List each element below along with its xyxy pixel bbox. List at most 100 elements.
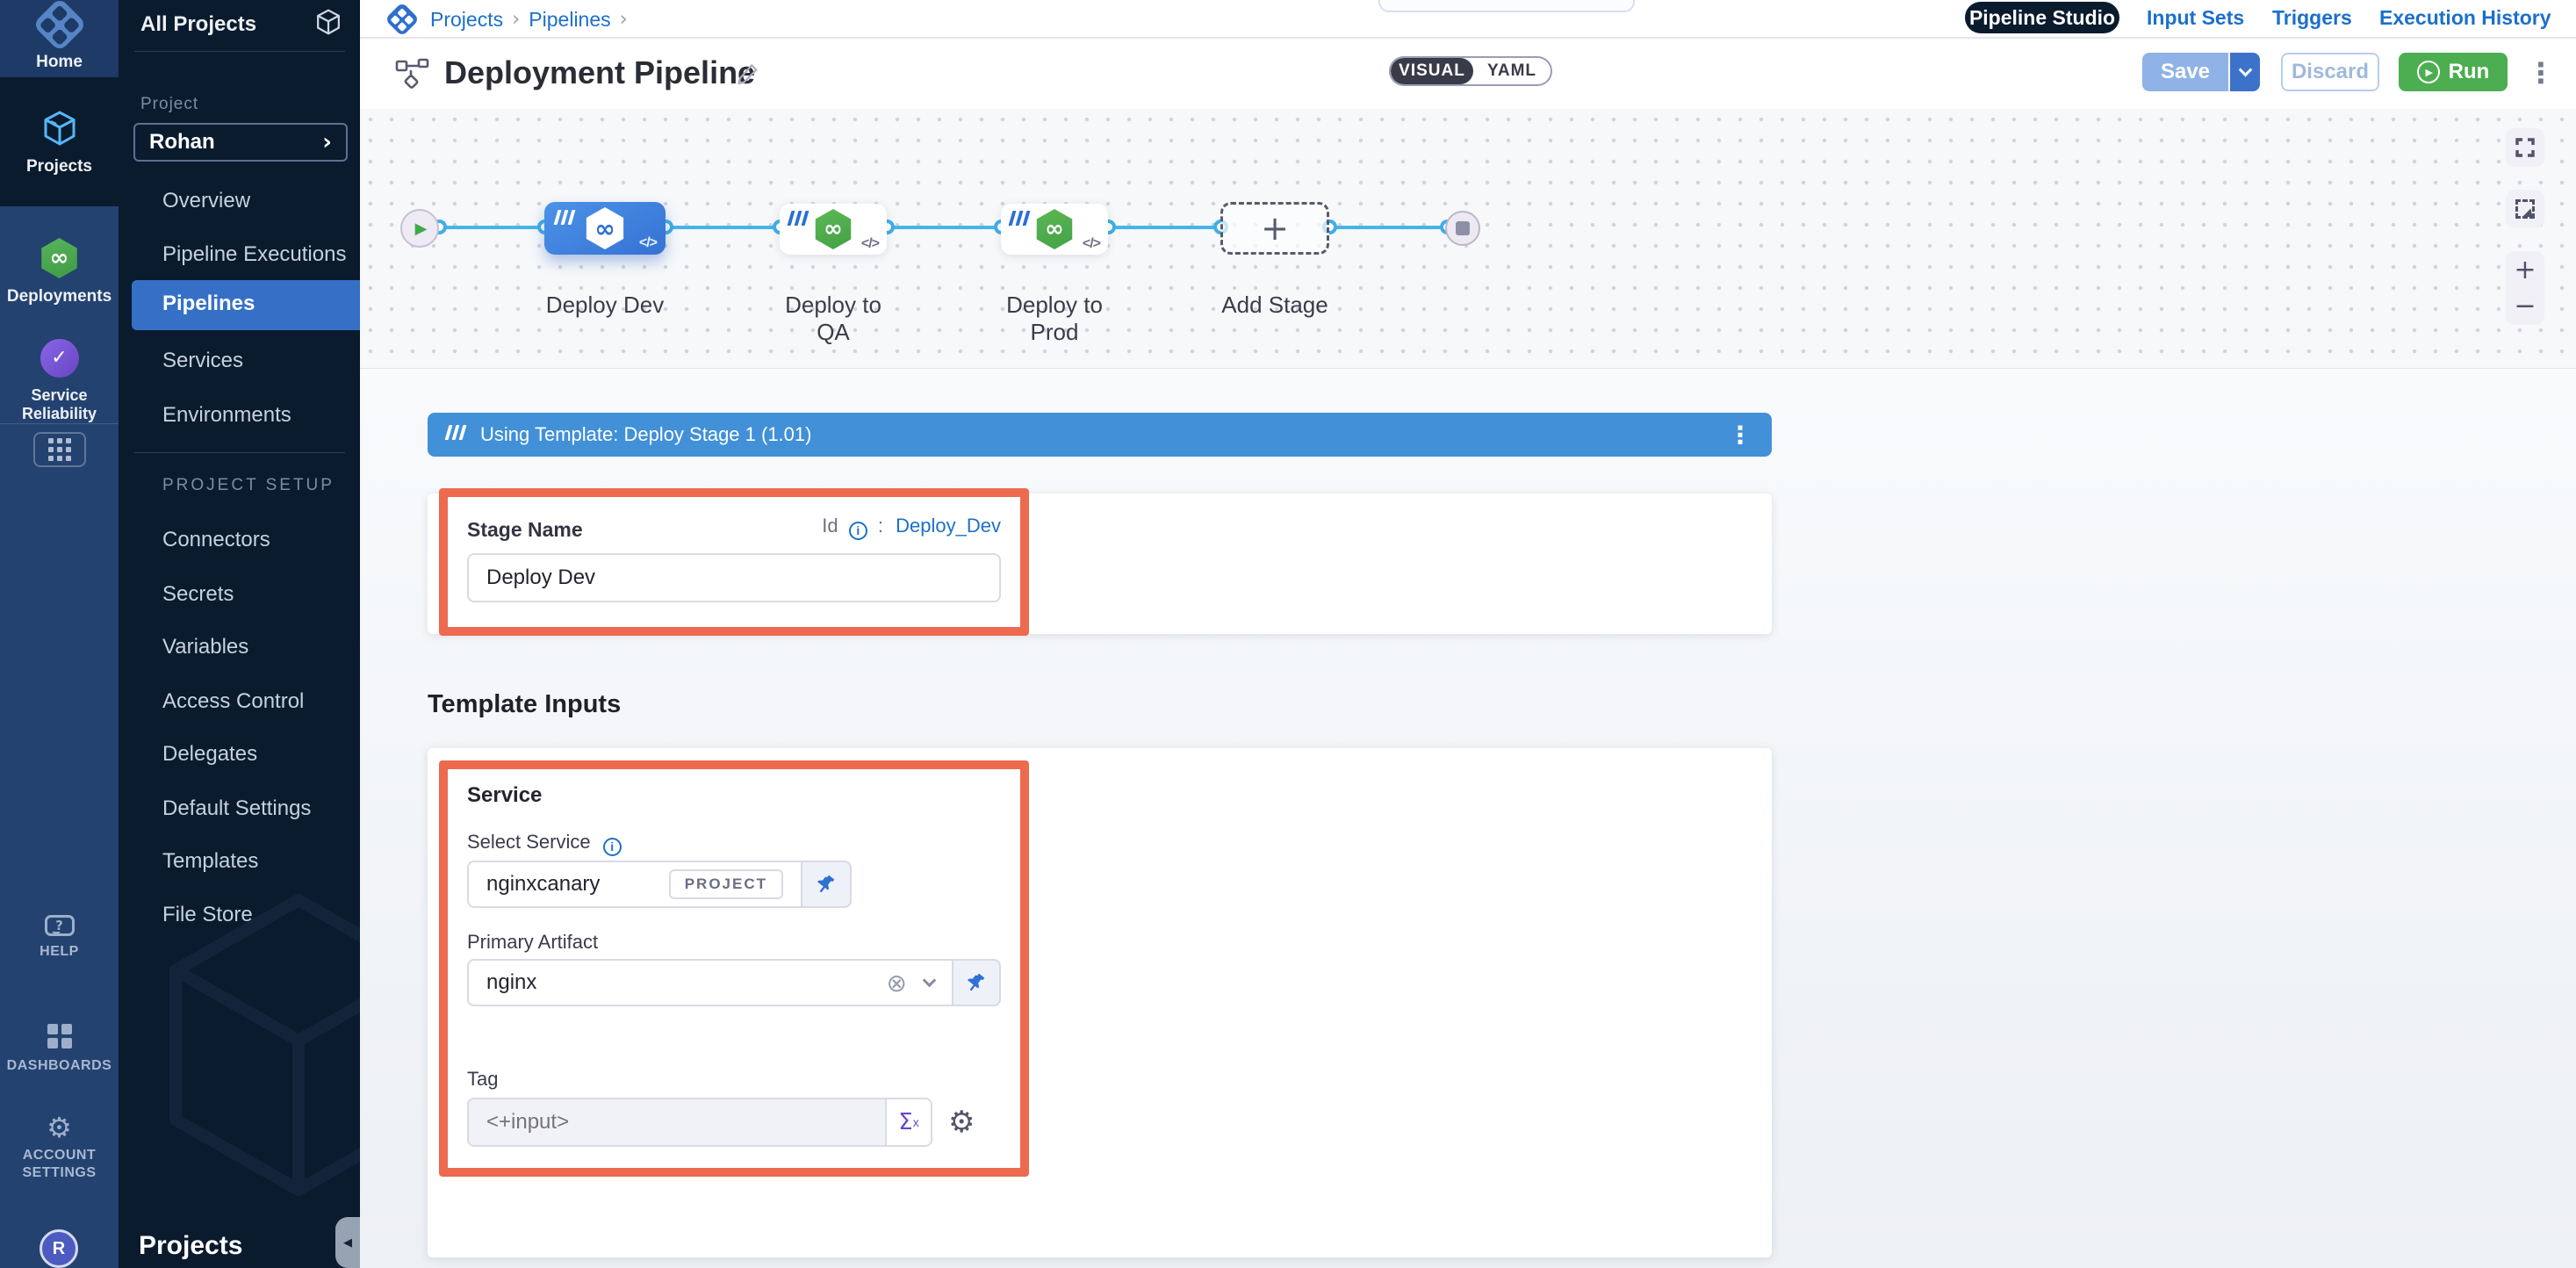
sidebar-item-variables[interactable]: Variables: [162, 634, 360, 660]
tag-input[interactable]: [467, 1098, 887, 1147]
all-projects-link[interactable]: All Projects: [140, 11, 342, 39]
rail-help[interactable]: ? HELP: [0, 915, 119, 961]
clear-icon[interactable]: ⊗: [887, 969, 907, 998]
zoom-in-button[interactable]: +: [2514, 255, 2536, 285]
pipeline-end-node: [1445, 211, 1480, 246]
deployment-stage-icon: ∞: [584, 207, 626, 249]
chevron-right-icon: ›: [611, 8, 637, 31]
stage-node-deploy-to-prod[interactable]: ∞ </>: [1001, 204, 1108, 255]
sidebar-item-environments[interactable]: Environments: [162, 402, 360, 429]
pin-service-button[interactable]: [802, 861, 852, 908]
stage-name-input[interactable]: Deploy Dev: [467, 553, 1001, 602]
stage-node-deploy-to-qa[interactable]: ∞ </>: [780, 204, 887, 255]
sidebar-item-default-settings[interactable]: Default Settings: [162, 796, 360, 822]
add-stage-button[interactable]: +: [1220, 202, 1329, 255]
banner-kebab-menu[interactable]: ⋮: [1728, 421, 1752, 450]
fullscreen-icon: [2515, 137, 2536, 158]
toggle-yaml[interactable]: YAML: [1473, 58, 1551, 84]
sidebar-item-delegates[interactable]: Delegates: [162, 741, 360, 767]
sidebar-item-pipelines[interactable]: Pipelines: [132, 280, 360, 330]
rail-module-label: Deployments: [7, 287, 112, 306]
pipeline-canvas[interactable]: ▶ ∞ </> ∞ </> ∞ </> + Deploy Dev De: [360, 109, 2576, 369]
stage-id-value: Deploy_Dev: [896, 515, 1001, 537]
marquee-icon: [2515, 199, 2535, 219]
rail-module-service-reliability[interactable]: ✓ ServiceReliability: [0, 338, 119, 423]
chevron-down-icon[interactable]: [923, 973, 937, 987]
service-heading: Service: [467, 783, 542, 808]
stage-label[interactable]: Deploy to Prod: [993, 292, 1116, 346]
expression-button[interactable]: Σx: [887, 1098, 932, 1147]
toggle-visual[interactable]: VISUAL: [1391, 58, 1473, 84]
pin-icon: [961, 968, 991, 998]
sidebar-collapse-button[interactable]: ◀: [335, 1217, 360, 1268]
service-reliability-icon: ✓: [40, 339, 79, 378]
edge: [439, 226, 553, 229]
template-banner: Using Template: Deploy Stage 1 (1.01) ⋮: [428, 413, 1772, 457]
tag-group: Σx ⚙: [467, 1098, 975, 1147]
tag-settings-gear-icon[interactable]: ⚙: [948, 1105, 975, 1140]
stage-config-area: Using Template: Deploy Stage 1 (1.01) ⋮ …: [360, 369, 2576, 1268]
rail-dashboards[interactable]: DASHBOARDS: [0, 1024, 119, 1075]
code-icon[interactable]: </>: [861, 236, 879, 252]
rail-module-projects[interactable]: Projects: [0, 77, 119, 206]
rail-module-deployments[interactable]: ∞ Deployments: [0, 206, 119, 338]
tab-pipeline-studio[interactable]: Pipeline Studio: [1965, 2, 2119, 33]
tab-triggers[interactable]: Triggers: [2272, 6, 2352, 30]
code-icon[interactable]: </>: [639, 235, 657, 251]
rail-module-home[interactable]: Home: [0, 0, 119, 77]
save-button[interactable]: Save: [2142, 53, 2230, 91]
template-icon: [447, 425, 468, 444]
pipeline-icon: [395, 58, 430, 91]
sidebar-item-connectors[interactable]: Connectors: [162, 527, 360, 553]
template-inputs-heading: Template Inputs: [428, 690, 621, 719]
chevron-right-icon: ›: [503, 8, 529, 31]
breadcrumb: Projects › Pipelines ›: [390, 7, 637, 32]
rail-account-settings[interactable]: ⚙ ACCOUNTSETTINGS: [0, 1113, 119, 1182]
breadcrumb-projects[interactable]: Projects: [430, 8, 503, 32]
stage-id-row: Id i : Deploy_Dev: [467, 515, 1001, 540]
page-title: Deployment Pipeline: [444, 54, 755, 91]
canvas-fullscreen-button[interactable]: [2506, 128, 2544, 167]
add-stage-label[interactable]: Add Stage: [1213, 292, 1336, 319]
stop-icon: [1456, 221, 1470, 235]
canvas-select-button[interactable]: [2506, 190, 2544, 228]
pipeline-start-node: ▶: [400, 209, 439, 248]
select-service-group: nginxcanary PROJECT: [467, 861, 852, 908]
stage-node-deploy-dev[interactable]: ∞ </>: [544, 202, 666, 255]
header-kebab-menu[interactable]: ⋮: [2527, 56, 2555, 90]
info-icon[interactable]: i: [849, 522, 867, 540]
sidebar-item-overview[interactable]: Overview: [162, 188, 360, 214]
save-options-button[interactable]: [2230, 53, 2260, 91]
sidebar-item-templates[interactable]: Templates: [162, 848, 360, 875]
project-selector[interactable]: Rohan ›: [133, 123, 348, 162]
sidebar-item-access-control[interactable]: Access Control: [162, 688, 360, 715]
discard-button[interactable]: Discard: [2281, 53, 2379, 91]
all-projects-cube-icon[interactable]: [313, 7, 343, 37]
user-avatar[interactable]: R: [40, 1229, 78, 1268]
edit-pencil-icon[interactable]: [736, 61, 762, 88]
select-service-input[interactable]: nginxcanary PROJECT: [467, 861, 802, 908]
canvas-zoom-controls: + −: [2506, 251, 2544, 325]
breadcrumb-pipelines[interactable]: Pipelines: [529, 8, 610, 32]
cube-icon: [40, 108, 80, 148]
stage-label[interactable]: Deploy Dev: [543, 292, 666, 319]
tab-input-sets[interactable]: Input Sets: [2147, 6, 2244, 30]
tab-execution-history[interactable]: Execution History: [2379, 6, 2551, 30]
harness-logo-icon: [32, 0, 86, 52]
sidebar-item-secrets[interactable]: Secrets: [162, 581, 360, 608]
play-icon: ▶: [2417, 61, 2440, 83]
stage-label[interactable]: Deploy to QA: [772, 292, 895, 346]
zoom-out-button[interactable]: −: [2514, 291, 2536, 321]
info-icon[interactable]: i: [603, 838, 622, 856]
pin-artifact-button[interactable]: [953, 959, 1001, 1006]
project-sidebar: All Projects Project Rohan › Overview Pi…: [119, 0, 360, 1268]
more-modules-button[interactable]: [33, 432, 86, 467]
template-icon: [1011, 211, 1032, 230]
primary-artifact-select[interactable]: nginx ⊗: [467, 959, 953, 1006]
sidebar-item-services[interactable]: Services: [162, 348, 360, 374]
template-icon: [789, 211, 810, 230]
run-button[interactable]: ▶ Run: [2399, 53, 2508, 91]
code-icon[interactable]: </>: [1083, 236, 1100, 252]
sidebar-item-file-store[interactable]: File Store: [162, 902, 360, 928]
sidebar-item-pipeline-executions[interactable]: Pipeline Executions: [162, 241, 360, 268]
